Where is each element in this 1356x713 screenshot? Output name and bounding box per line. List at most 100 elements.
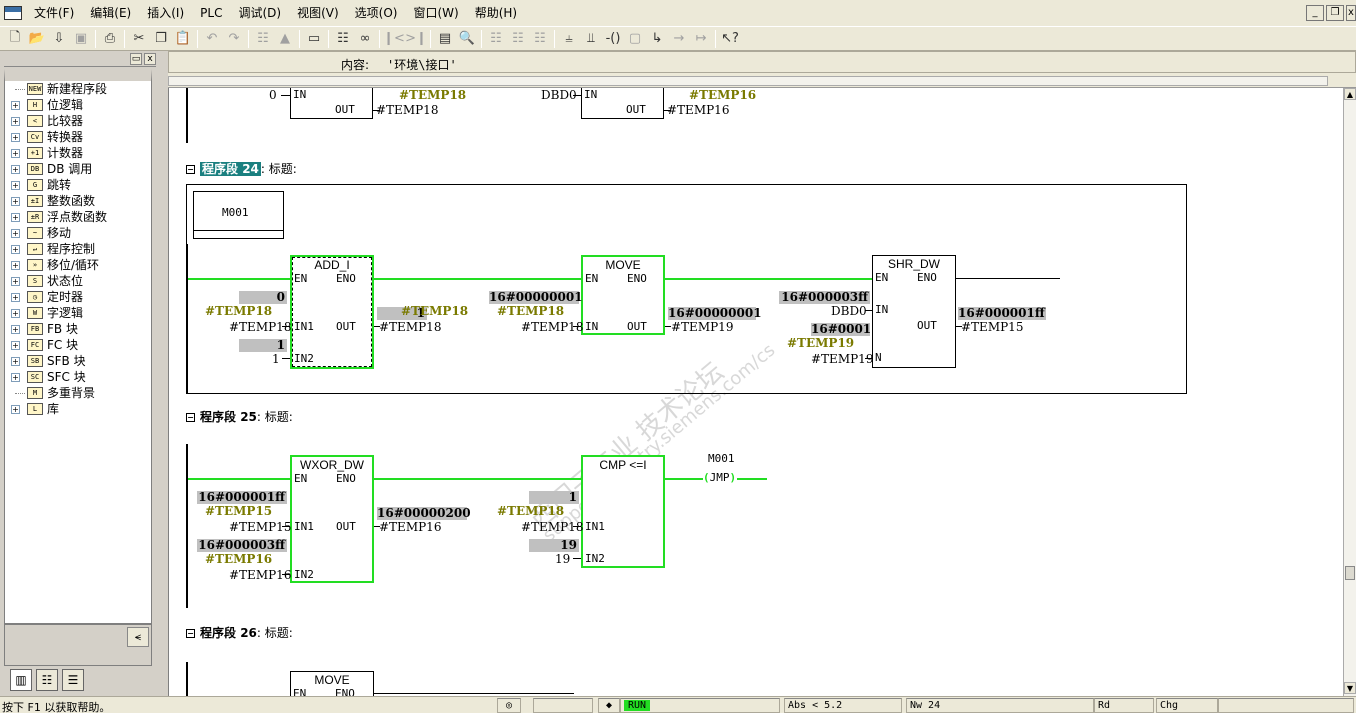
help-icon[interactable]: ↖? (719, 28, 741, 50)
cmp-le-i-box[interactable]: CMP <=I IN1 IN2 (581, 455, 665, 568)
network-24-header[interactable]: − 程序段 24: 标题: (186, 160, 297, 177)
monitor-icon[interactable]: ☷ (332, 28, 354, 50)
menu-debug[interactable]: 调试(D) (230, 0, 289, 27)
box-icon[interactable]: ▢ (624, 28, 646, 50)
move-in-var[interactable]: #TEMP18 (521, 320, 583, 334)
expand-icon[interactable]: + (11, 309, 20, 318)
last-network-icon[interactable]: >❙ (405, 28, 427, 50)
redo-icon[interactable]: ↷ (223, 28, 245, 50)
menu-options[interactable]: 选项(O) (347, 0, 406, 27)
fb-box-fragment-2[interactable]: IN OUT (581, 88, 664, 119)
network-26-header[interactable]: − 程序段 26: 标题: (186, 624, 293, 641)
expand-icon[interactable]: + (11, 149, 20, 158)
add-in2-var[interactable]: 1 (272, 352, 280, 366)
top-in-right[interactable]: DBD0 (541, 88, 577, 102)
download-icon[interactable]: ⇩ (48, 28, 70, 50)
load-icon[interactable]: ▲ (274, 28, 296, 50)
expand-icon[interactable]: + (11, 293, 20, 302)
tree-item[interactable]: + ±I 整数函数 (5, 193, 151, 209)
expand-icon[interactable]: + (11, 405, 20, 414)
open-folder-icon[interactable]: 📂 (26, 28, 48, 50)
tree-item[interactable]: + FC FC 块 (5, 337, 151, 353)
branch-icon[interactable]: ☷ (507, 28, 529, 50)
program-elements-tab[interactable]: ▥ (10, 669, 32, 691)
tree-item[interactable]: + SC SFC 块 (5, 369, 151, 385)
tree-item[interactable]: + S 状态位 (5, 273, 151, 289)
zoom-icon[interactable]: 🔍 (456, 28, 478, 50)
expand-icon[interactable]: + (11, 229, 20, 238)
ladder-editor[interactable]: 西门子工业 技术论坛 support.industry.siemens.com/… (168, 88, 1343, 696)
jmp-label[interactable]: M001 (708, 452, 735, 466)
parallel-icon[interactable]: ☷ (529, 28, 551, 50)
tree-item[interactable]: + +1 计数器 (5, 145, 151, 161)
compile-icon[interactable]: ☷ (252, 28, 274, 50)
undo-icon[interactable]: ↶ (201, 28, 223, 50)
cmp-in1-var[interactable]: #TEMP18 (521, 520, 583, 534)
top-out-right[interactable]: #TEMP16 (667, 103, 729, 117)
scroll-up-icon[interactable]: ▲ (1344, 88, 1356, 100)
horizontal-scrollbar[interactable] (168, 76, 1328, 86)
jmp-coil[interactable]: (JMP) (703, 471, 736, 485)
cmp-in2-var[interactable]: 19 (555, 552, 570, 566)
glasses-icon[interactable]: ∞ (354, 28, 376, 50)
arrow-icon[interactable]: ↦ (690, 28, 712, 50)
shr-in-var[interactable]: DBD0 (831, 304, 867, 318)
tree-item[interactable]: + ↵ 程序控制 (5, 241, 151, 257)
add-out-var[interactable]: #TEMP18 (379, 320, 441, 334)
cut-icon[interactable]: ✂ (128, 28, 150, 50)
collapse-icon[interactable]: − (186, 165, 195, 174)
wxor-in2-var[interactable]: #TEMP16 (229, 568, 291, 582)
menu-edit[interactable]: 编辑(E) (82, 0, 139, 27)
panel-close-button[interactable]: x (144, 53, 156, 65)
coil-icon[interactable]: -() (602, 28, 624, 50)
scroll-down-icon[interactable]: ▼ (1344, 682, 1356, 694)
tree-item[interactable]: NEW 新建程序段 (5, 81, 151, 97)
expand-icon[interactable]: + (11, 325, 20, 334)
pin-icon[interactable]: ⪪ (127, 627, 149, 647)
expand-icon[interactable]: + (11, 133, 20, 142)
branch-open-icon[interactable]: ↳ (646, 28, 668, 50)
tree-item[interactable]: + L 库 (5, 401, 151, 417)
tree-item[interactable]: + W 字逻辑 (5, 305, 151, 321)
overview-icon[interactable]: ▭ (303, 28, 325, 50)
wxor-out-var[interactable]: #TEMP16 (379, 520, 441, 534)
expand-icon[interactable]: + (11, 165, 20, 174)
expand-icon[interactable]: + (11, 181, 20, 190)
collapse-icon[interactable]: − (186, 629, 195, 638)
branch-close-icon[interactable]: → (668, 28, 690, 50)
expand-icon[interactable]: + (11, 245, 20, 254)
first-network-icon[interactable]: ❙< (383, 28, 405, 50)
no-contact-icon[interactable]: ⫨ (558, 28, 580, 50)
expand-icon[interactable]: + (11, 197, 20, 206)
wxor-dw-box[interactable]: WXOR_DW EN ENO IN1 OUT IN2 (290, 455, 374, 583)
network-25-header[interactable]: − 程序段 25: 标题: (186, 408, 293, 425)
tree-item[interactable]: M 多重背景 (5, 385, 151, 401)
vertical-scrollbar[interactable]: ▲ ▼ (1343, 88, 1356, 696)
shr-out-var[interactable]: #TEMP15 (961, 320, 1023, 334)
minimize-button[interactable]: _ (1306, 5, 1324, 21)
tree-item[interactable]: + ~ 移动 (5, 225, 151, 241)
shr-dw-box[interactable]: SHR_DW EN ENO IN OUT N (872, 255, 956, 368)
comment-box[interactable]: M001 (193, 191, 284, 239)
top-out-left[interactable]: #TEMP18 (376, 103, 438, 117)
move-out-var[interactable]: #TEMP19 (671, 320, 733, 334)
app-document-icon[interactable] (4, 6, 22, 20)
collapse-icon[interactable]: − (186, 413, 195, 422)
move-box-26[interactable]: MOVE EN ENO (290, 671, 374, 696)
tree-item[interactable]: + » 移位/循环 (5, 257, 151, 273)
wxor-in1-var[interactable]: #TEMP15 (229, 520, 291, 534)
tree-item[interactable]: + H 位逻辑 (5, 97, 151, 113)
new-file-icon[interactable]: 🗋 (4, 28, 26, 50)
expand-icon[interactable]: + (11, 101, 20, 110)
menu-window[interactable]: 窗口(W) (405, 0, 466, 27)
tree-item[interactable]: + ±R 浮点数函数 (5, 209, 151, 225)
paste-icon[interactable]: 📋 (172, 28, 194, 50)
print-icon[interactable]: ⎙ (99, 28, 121, 50)
expand-icon[interactable]: + (11, 261, 20, 270)
tree-item[interactable]: + FB FB 块 (5, 321, 151, 337)
net-insert-icon[interactable]: ☷ (485, 28, 507, 50)
menu-insert[interactable]: 插入(I) (139, 0, 192, 27)
expand-icon[interactable]: + (11, 357, 20, 366)
move-box[interactable]: MOVE EN ENO IN OUT (581, 255, 665, 335)
menu-help[interactable]: 帮助(H) (467, 0, 525, 27)
